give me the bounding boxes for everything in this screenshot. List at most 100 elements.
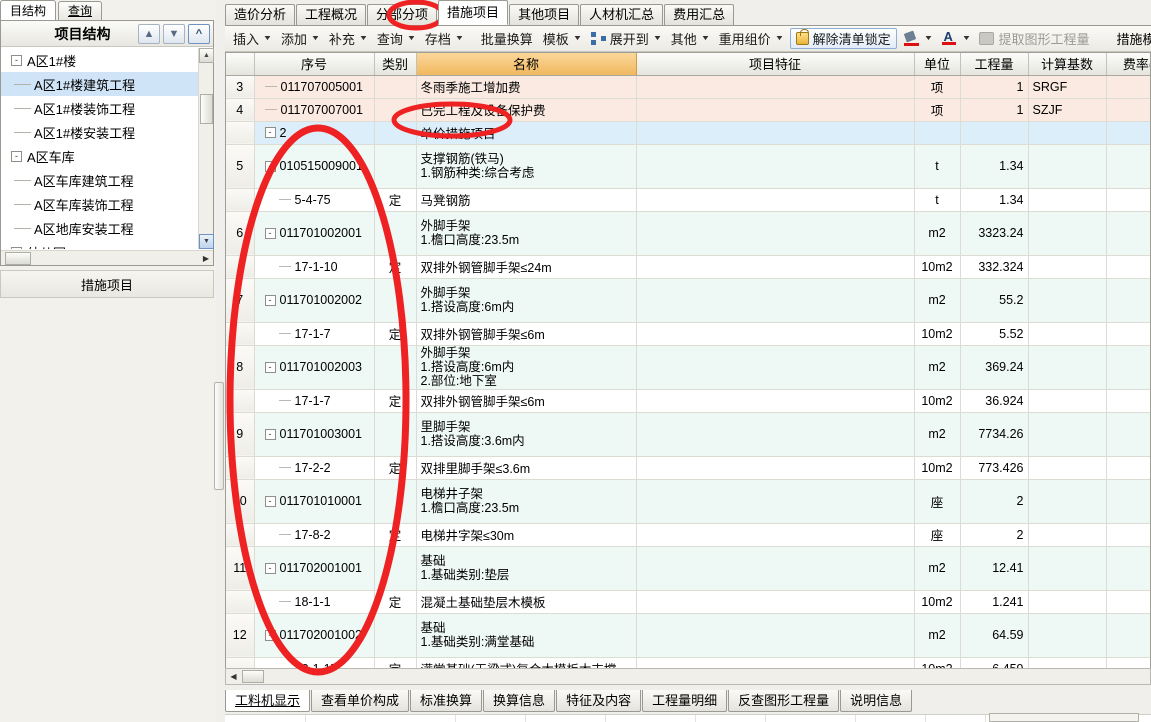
detail-tab-0[interactable]: 工料机显示 [225,690,311,712]
cell-code[interactable]: -011701010001 [254,479,375,524]
cell-quantity[interactable]: 773.426 [960,456,1029,480]
cell-unit[interactable]: 座 [914,523,961,547]
tree-hscroll-right-icon[interactable]: ▶ [203,254,209,263]
tree-node[interactable]: - A区车库 [1,144,213,168]
chevron-down-icon[interactable]: ▼ [961,35,971,42]
tree-node[interactable]: A区1#楼装饰工程 [1,96,213,120]
cell-quantity[interactable]: 1.34 [960,188,1029,212]
tab-query[interactable]: 查询 [58,1,103,21]
tree-vertical-scrollbar[interactable]: ▲ ▼ [198,48,214,249]
cell-base[interactable] [1028,278,1107,323]
cell-category[interactable] [374,345,417,390]
table-row[interactable]: 3 011707005001 冬雨季施工增加费 项1SRGF2.9 [226,75,1150,99]
cell-code[interactable]: -011702001001 [254,546,375,591]
cell-name[interactable]: 外脚手架 1.搭设高度:6m内 [416,278,637,323]
chevron-down-icon[interactable]: ▼ [454,35,464,42]
row-expander-icon[interactable]: - [264,562,276,574]
chevron-down-icon[interactable]: ▼ [359,35,369,42]
cell-base[interactable] [1028,211,1107,256]
chevron-down-icon[interactable]: ▼ [923,35,933,42]
tree-node[interactable]: A区车库建筑工程 [1,168,213,192]
detail-tab-5[interactable]: 工程量明细 [642,690,728,712]
cell-rate[interactable] [1106,389,1150,413]
cell-base[interactable]: SRGF [1028,75,1107,99]
cell-category[interactable]: 定 [374,255,417,279]
table-row[interactable]: 6-011701002001 外脚手架 1.檐口高度:23.5m m2 3323.24 [226,211,1150,256]
table-row[interactable]: 17-1-7 定双排外钢管脚手架≤6m 10m2 5.52 [226,322,1150,346]
table-row[interactable]: 12-011702001002 基础 1.基础类别:满堂基础 m2 64.59 [226,613,1150,658]
cell-quantity[interactable]: 2 [960,523,1029,547]
detail-tab-6[interactable]: 反查图形工程量 [728,690,840,712]
cell-category[interactable]: 定 [374,523,417,547]
cell-name[interactable]: 双排外钢管脚手架≤6m [416,389,637,413]
cell-code[interactable]: 17-8-2 [254,523,375,547]
cell-unit[interactable]: 10m2 [914,389,961,413]
cell-rate[interactable] [1106,322,1150,346]
cell-feature[interactable] [636,188,915,212]
cell-unit[interactable]: 座 [914,479,961,524]
cell-quantity[interactable]: 1.241 [960,590,1029,614]
cell-quantity[interactable]: 55.2 [960,278,1029,323]
cell-rate[interactable]: 0.1 [1106,98,1150,122]
expand-to-button[interactable]: 展开到 ▼ [586,28,666,49]
cell-code[interactable]: -011701002002 [254,278,375,323]
cell-feature[interactable] [636,546,915,591]
fill-color-button[interactable]: ▼ [899,28,937,49]
template-button[interactable]: 模板 ▼ [538,28,586,49]
cell-feature[interactable] [636,345,915,390]
tab-5[interactable]: 人材机汇总 [580,4,664,25]
move-down-icon[interactable]: ▼ [163,23,185,44]
cell-name[interactable]: 已完工程及设备保护费 [416,98,637,122]
cell-feature[interactable] [636,211,915,256]
tree-expander-icon[interactable]: - [11,246,22,249]
cell-quantity[interactable]: 1 [960,98,1029,122]
cell-unit[interactable]: 10m2 [914,590,961,614]
table-row[interactable]: 18-1-1 定混凝土基础垫层木模板 10m2 1.241 [226,590,1150,614]
table-row[interactable]: 10-011701010001 电梯井子架 1.檐口高度:23.5m 座 2 [226,479,1150,524]
cell-category[interactable] [374,546,417,591]
cell-base[interactable] [1028,144,1107,189]
cell-feature[interactable] [636,479,915,524]
cell-category[interactable]: 定 [374,188,417,212]
table-row[interactable]: -2 单价措施项目 [226,121,1150,145]
unlock-list-button[interactable]: 解除清单锁定 [789,28,897,49]
column-header-base[interactable]: 计算基数 [1028,53,1107,76]
cell-code[interactable]: 17-1-7 [254,389,375,413]
table-row[interactable]: 5-4-75 定马凳钢筋 t 1.34 [226,188,1150,212]
grid-hscroll-left-icon[interactable]: ◀ [226,672,241,681]
cell-rate[interactable] [1106,546,1150,591]
cell-unit[interactable]: m2 [914,546,961,591]
cell-name[interactable]: 马凳钢筋 [416,188,637,212]
tab-1[interactable]: 工程概况 [296,4,367,25]
cell-feature[interactable] [636,98,915,122]
tree-expander-icon[interactable]: - [11,54,22,66]
cell-name[interactable]: 基础 1.基础类别:垫层 [416,546,637,591]
reuse-pricing-button[interactable]: 重用组价 ▼ [714,28,788,49]
left-panel-footer[interactable]: 措施项目 [0,270,214,298]
column-header-unit[interactable]: 单位 [914,53,961,76]
cell-name[interactable]: 双排外钢管脚手架≤24m [416,255,637,279]
cell-code[interactable]: 011707005001 [254,75,375,99]
cell-code[interactable]: -011701003001 [254,412,375,457]
cell-feature[interactable] [636,144,915,189]
query-button[interactable]: 查询 ▼ [372,28,420,49]
insert-button[interactable]: 插入 ▼ [228,28,276,49]
cell-name[interactable]: 里脚手架 1.搭设高度:3.6m内 [416,412,637,457]
cell-name[interactable]: 电梯井子架 1.檐口高度:23.5m [416,479,637,524]
cell-category[interactable]: 定 [374,389,417,413]
cell-quantity[interactable]: 12.41 [960,546,1029,591]
cell-category[interactable] [374,278,417,323]
tree-scroll-thumb[interactable] [200,94,213,124]
detail-tab-1[interactable]: 查看单价构成 [311,690,410,712]
cell-category[interactable]: 定 [374,456,417,480]
cell-feature[interactable] [636,278,915,323]
cell-quantity[interactable]: 5.52 [960,322,1029,346]
tree-node[interactable]: A区1#楼安装工程 [1,120,213,144]
table-row[interactable]: 8-011701002003 外脚手架 1.搭设高度:6m内 2.部位:地下室 m2 36… [226,345,1150,390]
cell-feature[interactable] [636,613,915,658]
cell-base[interactable] [1028,613,1107,658]
cell-code[interactable]: 17-2-2 [254,456,375,480]
table-row[interactable]: 9-011701003001 里脚手架 1.搭设高度:3.6m内 m2 7734.26 [226,412,1150,457]
table-row[interactable]: 17-2-2 定双排里脚手架≤3.6m 10m2 773.426 [226,456,1150,480]
cell-quantity[interactable] [960,121,1029,145]
